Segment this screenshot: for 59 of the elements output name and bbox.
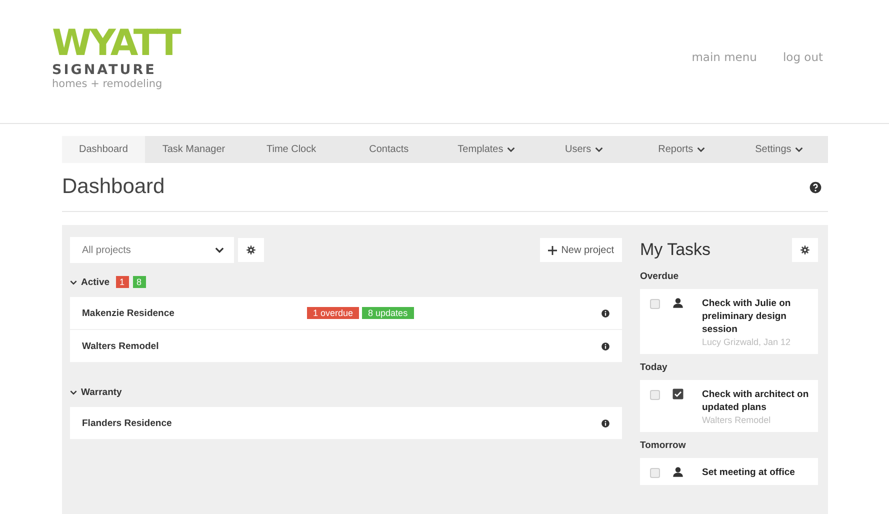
new-project-button[interactable]: New project bbox=[540, 238, 622, 262]
tasks-title: My Tasks bbox=[640, 240, 711, 260]
settings-button[interactable] bbox=[238, 238, 264, 262]
task-meta: Walters Remodel bbox=[702, 414, 772, 426]
chevron-icon[interactable] bbox=[70, 280, 77, 284]
page-title: Dashboard bbox=[62, 175, 165, 199]
task-card[interactable]: Check with Julie on preliminary design session Lucy Grizwald, Jan 12 bbox=[640, 289, 818, 354]
checkbox[interactable] bbox=[650, 468, 660, 478]
nav-tab[interactable]: Users bbox=[535, 136, 633, 163]
nav-tab[interactable]: Time Clock bbox=[242, 136, 340, 163]
status-tag: 8 updates bbox=[362, 307, 414, 319]
count-badge: 1 bbox=[116, 276, 129, 288]
logo-tagline: homes + remodeling bbox=[52, 78, 164, 91]
task-card[interactable]: Check with architect on updated plans Walters Remodel bbox=[640, 380, 818, 432]
person-icon bbox=[672, 466, 684, 478]
group-heading[interactable]: Warranty bbox=[81, 386, 122, 398]
chevron-icon bbox=[215, 247, 224, 253]
header-link[interactable]: log out bbox=[782, 50, 823, 64]
info-icon[interactable] bbox=[601, 418, 610, 428]
task-meta: Lucy Grizwald, Jan 12 bbox=[702, 336, 792, 348]
info-icon[interactable] bbox=[601, 342, 610, 350]
nav-tab[interactable]: Reports bbox=[632, 136, 730, 163]
checked-box-icon bbox=[672, 388, 684, 400]
status-tag: 1 overdue bbox=[307, 307, 360, 319]
section-heading: Today bbox=[640, 362, 668, 373]
section-heading: Tomorrow bbox=[640, 440, 687, 451]
task-card[interactable]: Set meeting at office bbox=[640, 458, 818, 485]
chevron-icon[interactable] bbox=[70, 390, 77, 394]
person-icon bbox=[672, 297, 684, 309]
task-title: Check with architect on updated plans bbox=[702, 388, 810, 414]
plus-icon bbox=[548, 246, 558, 254]
project-filter-dropdown[interactable]: All projects bbox=[70, 237, 234, 263]
section-heading: Overdue bbox=[640, 271, 680, 282]
caret-icon bbox=[595, 147, 604, 152]
task-title: Set meeting at office bbox=[702, 466, 796, 479]
caret-icon bbox=[795, 147, 804, 152]
caret-icon bbox=[507, 147, 516, 152]
settings-icon bbox=[800, 245, 810, 255]
count-badge: 8 bbox=[132, 276, 146, 288]
nav-tab[interactable]: Settings bbox=[730, 136, 828, 163]
help-icon[interactable] bbox=[809, 180, 822, 194]
info-icon[interactable] bbox=[601, 308, 610, 318]
nav-tab[interactable]: Templates bbox=[438, 136, 536, 163]
settings-icon bbox=[246, 245, 256, 255]
project-name[interactable]: Walters Remodel bbox=[82, 340, 307, 352]
checkbox[interactable] bbox=[650, 299, 660, 309]
settings-button[interactable] bbox=[792, 238, 818, 262]
header-link[interactable]: main menu bbox=[692, 50, 757, 64]
project-name[interactable]: Flanders Residence bbox=[82, 418, 307, 428]
logo-subtitle: SIGNATURE bbox=[52, 62, 158, 78]
group-heading[interactable]: Active bbox=[81, 276, 110, 288]
project-name[interactable]: Makenzie Residence bbox=[82, 308, 307, 318]
logo-wordmark: WYATT bbox=[52, 28, 180, 60]
nav-tab[interactable]: Contacts bbox=[340, 136, 438, 163]
caret-icon bbox=[697, 147, 706, 152]
checkbox[interactable] bbox=[650, 390, 660, 400]
nav-tab[interactable]: Task Manager bbox=[144, 136, 243, 163]
task-title: Check with Julie on preliminary design session bbox=[702, 297, 792, 336]
nav-tab[interactable]: Dashboard bbox=[62, 136, 145, 163]
